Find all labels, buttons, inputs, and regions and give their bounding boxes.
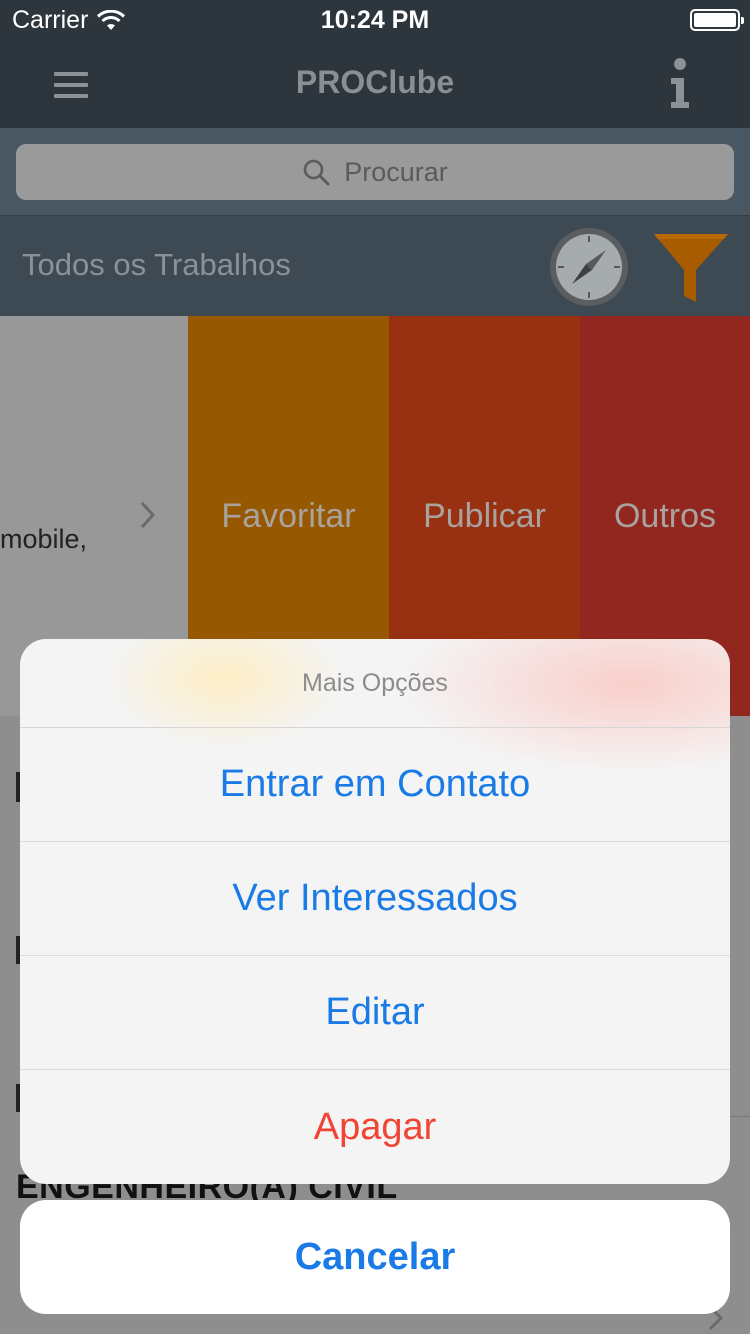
search-placeholder: Procurar [344,156,448,187]
cancel-button[interactable]: Cancelar [20,1200,730,1314]
status-time: 10:24 PM [320,6,430,34]
navigation-bar: PROClube [0,40,750,128]
apagar-button[interactable]: Apagar [20,1070,730,1184]
entrar-em-contato-button[interactable]: Entrar em Contato [20,728,730,842]
status-bar: Carrier 10:24 PM [0,0,750,40]
action-sheet-title: Mais Opções [20,639,730,728]
search-input[interactable]: Procurar [16,144,734,200]
info-icon[interactable] [664,54,696,114]
page-title: PROClube [295,64,455,100]
search-icon [303,159,330,186]
funnel-icon[interactable] [654,232,728,306]
filter-bar: Todos os Trabalhos [0,216,750,316]
search-bar: Procurar [0,128,750,216]
chevron-right-icon [140,501,156,529]
ver-interessados-button[interactable]: Ver Interessados [20,842,730,956]
action-sheet: Mais Opções Entrar em Contato Ver Intere… [20,639,730,1184]
compass-icon[interactable] [548,226,630,308]
row-divider [728,1116,750,1117]
editar-button[interactable]: Editar [20,956,730,1070]
battery-icon [690,9,744,31]
list-item-snippet: mobile, [0,524,88,554]
filter-title: Todos os Trabalhos [22,247,291,282]
